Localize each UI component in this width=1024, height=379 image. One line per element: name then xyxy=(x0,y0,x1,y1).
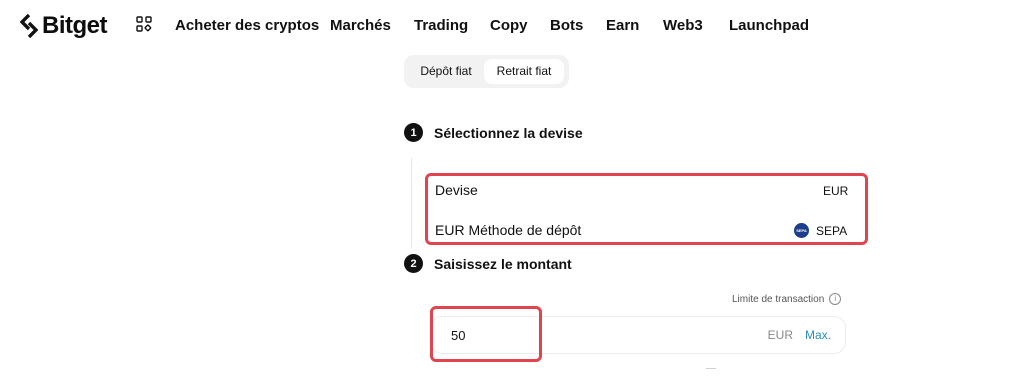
step-select-currency: 1 Sélectionnez la devise xyxy=(404,123,583,142)
top-navigation-bar: Bitget Acheter des cryptos Marchés Tradi… xyxy=(0,0,1024,52)
tab-fiat-withdraw[interactable]: Retrait fiat xyxy=(484,59,564,84)
step-enter-amount: 2 Saisissez le montant xyxy=(404,254,572,273)
step-number-badge: 2 xyxy=(404,254,423,273)
nav-item-trading[interactable]: Trading xyxy=(414,17,490,34)
divider xyxy=(706,368,716,369)
nav-item-bots[interactable]: Bots xyxy=(550,17,606,34)
nav-item-buy-crypto[interactable]: Acheter des cryptos xyxy=(175,17,330,34)
nav-item-copy[interactable]: Copy xyxy=(490,17,550,34)
transaction-limit-label: Limite de transaction xyxy=(732,293,825,305)
apps-grid-icon[interactable] xyxy=(136,16,152,32)
step-title: Sélectionnez la devise xyxy=(434,124,583,141)
brand-name: Bitget xyxy=(42,12,108,39)
step-number-badge: 1 xyxy=(404,123,423,142)
fiat-tabs: Dépôt fiat Retrait fiat xyxy=(404,55,569,88)
step-divider xyxy=(411,158,412,248)
amount-highlight-box xyxy=(430,306,542,362)
currency-highlight-box xyxy=(425,173,868,245)
transaction-limit[interactable]: Limite de transaction i xyxy=(732,293,842,305)
max-button[interactable]: Max. xyxy=(805,328,831,342)
nav-item-web3[interactable]: Web3 xyxy=(663,17,729,34)
bitget-logo-icon xyxy=(20,14,38,38)
bitget-logo[interactable]: Bitget xyxy=(20,12,108,40)
page: Bitget Acheter des cryptos Marchés Tradi… xyxy=(0,0,1024,379)
amount-currency: EUR xyxy=(767,328,793,342)
nav-item-launchpad[interactable]: Launchpad xyxy=(729,17,809,34)
main-nav: Acheter des cryptos Marchés Trading Copy… xyxy=(175,17,809,34)
step-title: Saisissez le montant xyxy=(434,255,572,272)
info-icon[interactable]: i xyxy=(829,293,842,305)
tab-fiat-deposit[interactable]: Dépôt fiat xyxy=(410,59,482,84)
nav-item-earn[interactable]: Earn xyxy=(606,17,663,34)
nav-item-markets[interactable]: Marchés xyxy=(330,17,414,34)
